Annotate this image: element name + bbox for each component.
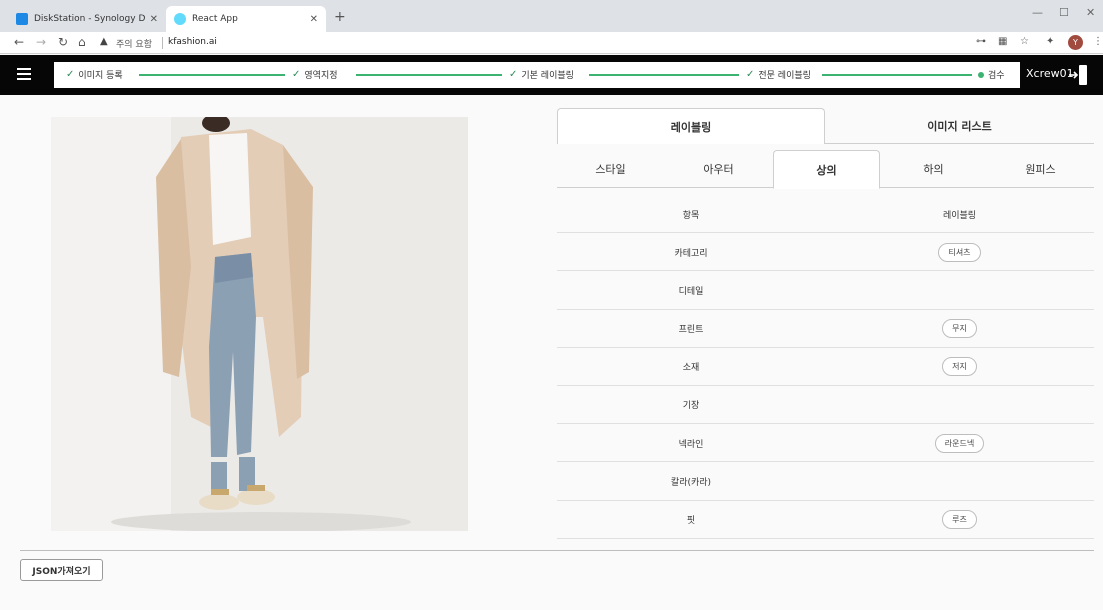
star-icon[interactable]: ☆ (1020, 36, 1029, 47)
check-icon: ✓ (292, 69, 301, 80)
table-row: 기장 (557, 386, 1094, 425)
step-region[interactable]: ✓ 영역지정 (292, 68, 338, 81)
browser-tab-bar: DiskStation - Synology DiskStati ✕ React… (0, 0, 1103, 32)
step-label: 검수 (988, 71, 1005, 81)
tab-style[interactable]: 스타일 (557, 150, 664, 188)
step-review[interactable]: 검수 (978, 68, 1005, 81)
header-labeling: 레이블링 (942, 210, 977, 221)
minimize-icon[interactable]: — (1032, 6, 1043, 19)
table-row: 핏 루즈 (557, 501, 1094, 539)
tab-top[interactable]: 상의 (773, 150, 880, 189)
row-item: 기장 (682, 401, 700, 412)
close-icon[interactable]: ✕ (150, 14, 158, 25)
logout-icon[interactable] (1068, 64, 1088, 86)
browser-tab-title: DiskStation - Synology DiskStati (34, 14, 146, 24)
app-header: ✓ 이미지 등록 ✓ 영역지정 ✓ 기본 레이블링 ✓ 전문 레이블링 검수 X… (0, 55, 1103, 95)
footer-divider (20, 550, 1094, 551)
security-warning-text[interactable]: 주의 요함 (116, 37, 152, 50)
label-chip[interactable]: 저지 (942, 357, 977, 377)
home-icon[interactable]: ⌂ (78, 35, 86, 49)
address-bar: ← → ↻ ⌂ ▲ 주의 요함 kfashion.ai ⊶ ▦ ☆ ✦ Y ⋮ (0, 32, 1103, 54)
step-image-register[interactable]: ✓ 이미지 등록 (66, 68, 123, 81)
step-label: 이미지 등록 (78, 71, 123, 81)
header-item: 항목 (682, 210, 700, 221)
back-arrow-icon[interactable]: ← (14, 35, 24, 49)
url-text[interactable]: kfashion.ai (168, 37, 217, 47)
react-favicon-icon (174, 13, 186, 25)
menu-kebab-icon[interactable]: ⋮ (1093, 36, 1103, 47)
table-row: 칼라(카라) (557, 462, 1094, 501)
extensions-icon[interactable]: ✦ (1046, 36, 1054, 47)
table-row: 디테일 (557, 271, 1094, 310)
username: Xcrew01 (1026, 67, 1074, 80)
tab-image-list[interactable]: 이미지 리스트 (825, 108, 1094, 144)
check-icon: ✓ (66, 69, 75, 80)
step-label: 전문 레이블링 (758, 71, 811, 81)
forward-arrow-icon[interactable]: → (36, 35, 46, 49)
profile-avatar[interactable]: Y (1068, 35, 1083, 50)
new-tab-button[interactable]: + (334, 9, 346, 25)
tab-labeling[interactable]: 레이블링 (557, 108, 825, 144)
browser-tab-react-app[interactable]: React App ✕ (166, 6, 326, 32)
label-chip[interactable]: 라운드넥 (934, 433, 985, 453)
warning-icon: ▲ (100, 36, 108, 47)
address-separator (162, 37, 163, 49)
model-image (51, 117, 468, 531)
top-tabs: 레이블링 이미지 리스트 (557, 108, 1094, 144)
row-item: 핏 (686, 516, 696, 526)
hamburger-menu-icon[interactable] (17, 68, 31, 80)
row-item: 칼라(카라) (670, 477, 712, 488)
maximize-icon[interactable]: ☐ (1059, 6, 1069, 19)
label-chip[interactable]: 티셔츠 (938, 242, 981, 262)
step-connector (139, 74, 285, 76)
fashion-photo (51, 117, 468, 531)
diskstation-favicon-icon (16, 13, 28, 25)
row-item: 프린트 (678, 325, 704, 336)
tab-bottom[interactable]: 하의 (880, 150, 987, 188)
row-item: 디테일 (678, 286, 704, 297)
browser-tab-diskstation[interactable]: DiskStation - Synology DiskStati ✕ (8, 6, 166, 32)
label-chip[interactable]: 무지 (942, 319, 977, 339)
check-icon: ✓ (746, 69, 755, 80)
step-connector (356, 74, 502, 76)
tab-outer[interactable]: 아우터 (665, 150, 772, 188)
labeling-table: 항목 레이블링 카테고리 티셔츠 디테일 프린트 무지 소재 저지 기장 넥라인… (557, 195, 1094, 539)
table-row: 카테고리 티셔츠 (557, 233, 1094, 272)
step-label: 기본 레이블링 (521, 71, 574, 81)
tab-onepiece[interactable]: 원피스 (987, 150, 1094, 188)
close-icon[interactable]: ✕ (310, 14, 318, 25)
current-step-dot-icon (978, 71, 984, 78)
progress-stepper: ✓ 이미지 등록 ✓ 영역지정 ✓ 기본 레이블링 ✓ 전문 레이블링 검수 (54, 62, 1020, 88)
browser-tab-title: React App (192, 14, 238, 24)
table-row: 넥라인 라운드넥 (557, 424, 1094, 463)
table-row: 소재 저지 (557, 348, 1094, 386)
json-import-button[interactable]: JSON가져오기 (20, 559, 103, 581)
row-item: 넥라인 (678, 439, 704, 450)
step-label: 영역지정 (304, 71, 338, 81)
translate-icon[interactable]: ▦ (998, 36, 1007, 47)
close-window-icon[interactable]: ✕ (1086, 6, 1095, 19)
label-chip[interactable]: 루즈 (942, 510, 977, 529)
key-icon[interactable]: ⊶ (976, 36, 986, 47)
category-tabs: 스타일 아우터 상의 하의 원피스 (557, 150, 1094, 189)
row-item: 소재 (682, 363, 700, 374)
row-item: 카테고리 (674, 248, 708, 259)
table-row: 프린트 무지 (557, 310, 1094, 348)
check-icon: ✓ (509, 69, 518, 80)
reload-icon[interactable]: ↻ (58, 35, 68, 49)
step-connector (822, 74, 972, 76)
table-header: 항목 레이블링 (557, 195, 1094, 234)
step-connector (589, 74, 739, 76)
step-basic-labeling[interactable]: ✓ 기본 레이블링 (509, 68, 574, 81)
step-expert-labeling[interactable]: ✓ 전문 레이블링 (746, 68, 811, 81)
